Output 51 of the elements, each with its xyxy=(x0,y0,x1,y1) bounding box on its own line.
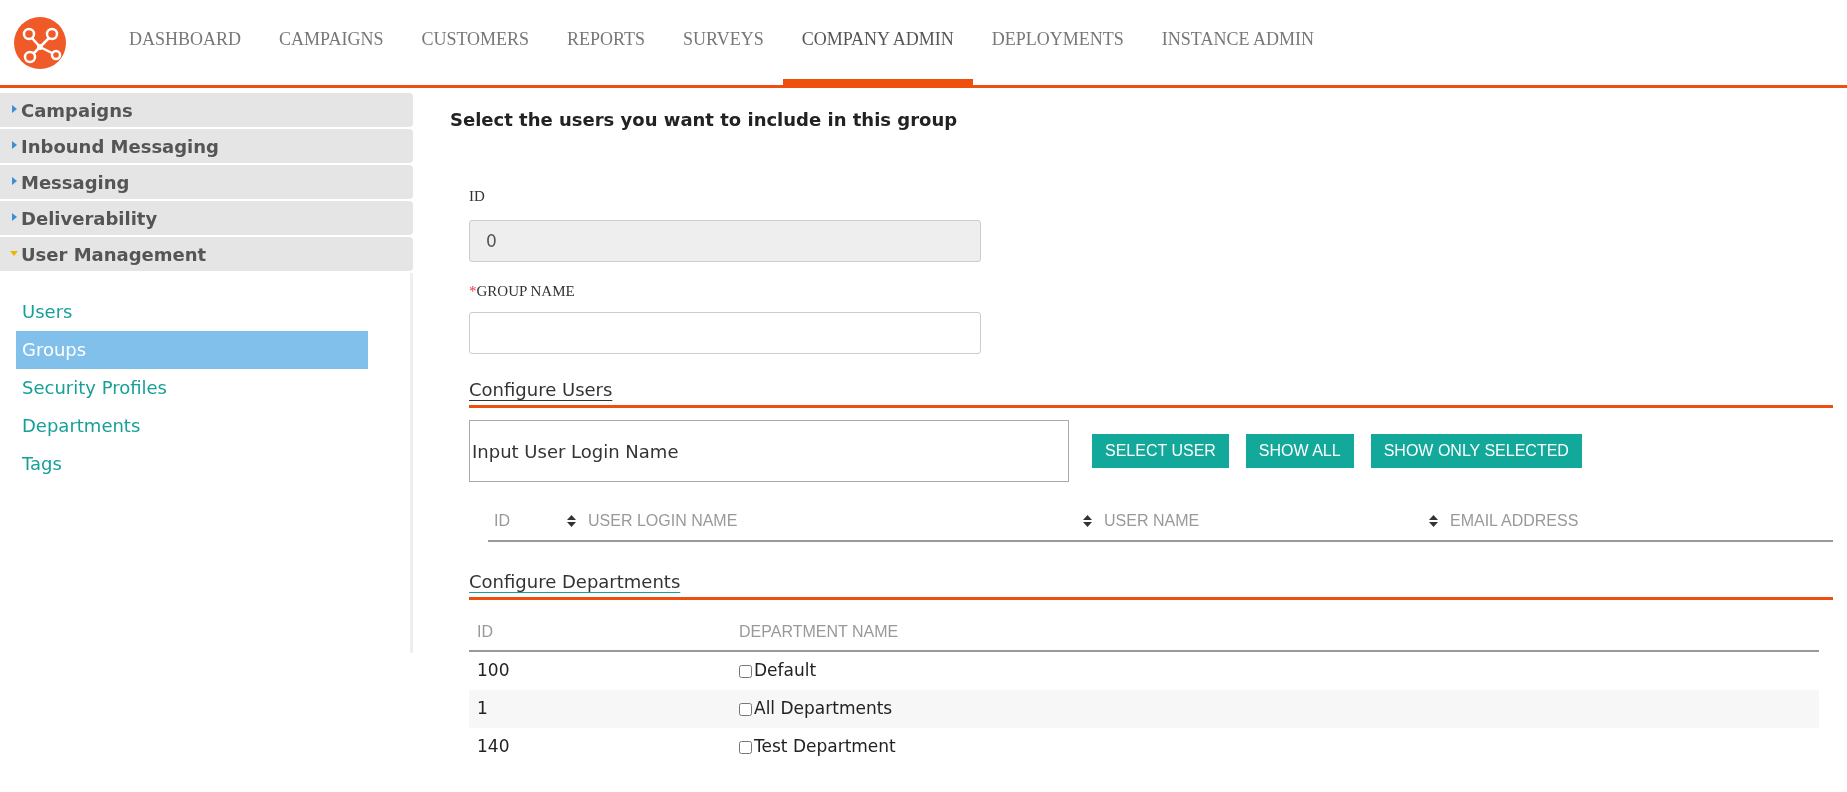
sidebar-item[interactable]: Security Profiles xyxy=(16,369,368,407)
column-header: DEPARTMENT NAME xyxy=(739,622,900,642)
caret-icon xyxy=(10,249,18,257)
sidebar-item[interactable]: Users xyxy=(16,293,368,331)
nav-tab[interactable]: DASHBOARD xyxy=(110,0,261,88)
table-cell-text: 140 xyxy=(476,735,511,759)
sidebar-section-header[interactable]: Deliverability xyxy=(0,201,413,235)
nav-tab[interactable]: DEPLOYMENTS xyxy=(972,0,1143,88)
action-button[interactable]: SHOW ONLY SELECTED xyxy=(1370,434,1582,468)
nav-tab[interactable]: CAMPAIGNS xyxy=(260,0,403,88)
column-header[interactable]: USER NAME xyxy=(1104,509,1200,533)
sort-icon[interactable] xyxy=(1083,515,1092,527)
sidebar-section-header[interactable]: Messaging xyxy=(0,165,413,199)
sidebar-section-header[interactable]: Inbound Messaging xyxy=(0,129,413,163)
table-cell-text: Test Department xyxy=(754,735,896,759)
logo-icon[interactable] xyxy=(14,16,66,69)
column-header[interactable]: EMAIL ADDRESS xyxy=(1450,509,1579,533)
sidebar-section-header[interactable]: Campaigns xyxy=(0,93,413,127)
caret-icon xyxy=(10,213,18,221)
caret-icon xyxy=(10,105,18,113)
column-header[interactable]: USER LOGIN NAME xyxy=(588,509,738,533)
table-cell-text: All Departments xyxy=(754,697,893,721)
sidebar-item[interactable]: Departments xyxy=(16,407,368,445)
table-cell-text: 1 xyxy=(476,697,489,721)
action-button[interactable]: SELECT USER xyxy=(1092,434,1229,468)
caret-icon xyxy=(10,141,18,149)
nav-tab[interactable]: REPORTS xyxy=(548,0,665,88)
sort-icon[interactable] xyxy=(1429,515,1438,527)
table-cell-text: 100 xyxy=(476,659,511,683)
column-header: ID xyxy=(476,622,494,642)
sidebar-item[interactable]: Tags xyxy=(16,445,368,483)
section-title: Configure Departments xyxy=(469,570,681,594)
user-login-search-field[interactable]: Input User Login Name xyxy=(469,420,1069,482)
page-heading: Select the users you want to include in this group xyxy=(450,108,959,132)
group-name-field[interactable] xyxy=(469,312,981,354)
table-cell-text: Default xyxy=(754,659,817,683)
sort-icon[interactable] xyxy=(567,515,576,527)
department-checkbox[interactable] xyxy=(739,664,752,678)
nav-tab[interactable]: INSTANCE ADMIN xyxy=(1142,0,1333,88)
column-header[interactable]: ID xyxy=(494,509,510,533)
department-checkbox[interactable] xyxy=(739,702,752,716)
action-button[interactable]: SHOW ALL xyxy=(1245,434,1354,468)
field-label: *GROUP NAME xyxy=(469,281,576,301)
section-title: Configure Users xyxy=(469,378,613,402)
sidebar-section-header[interactable]: User Management xyxy=(0,237,413,271)
nav-tab[interactable]: SURVEYS xyxy=(664,0,783,88)
caret-icon xyxy=(10,177,18,185)
department-checkbox[interactable] xyxy=(739,740,752,754)
nav-tab[interactable]: COMPANY ADMIN xyxy=(782,0,973,88)
field-label: ID xyxy=(469,187,486,206)
nav-tab[interactable]: CUSTOMERS xyxy=(402,0,549,88)
